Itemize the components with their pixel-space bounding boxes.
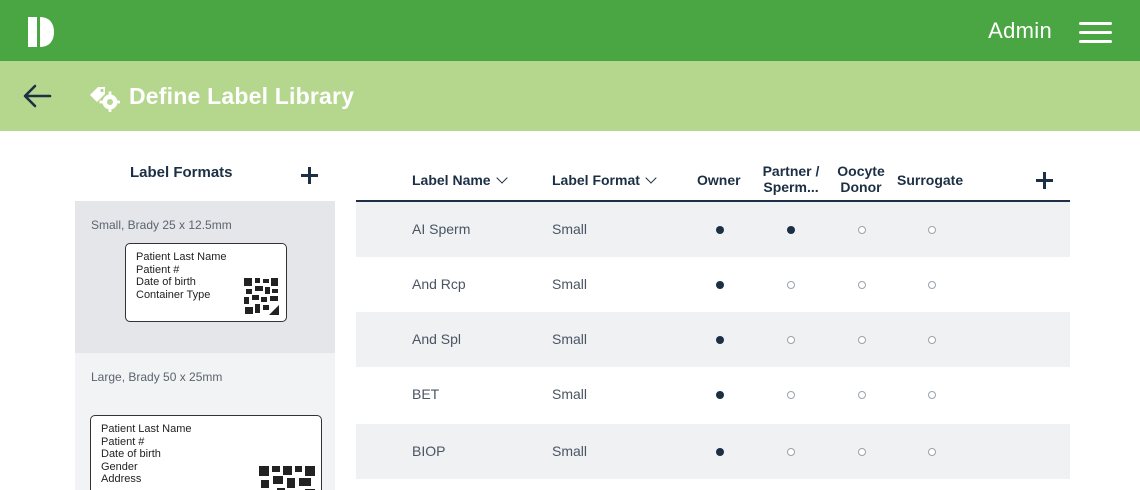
top-app-bar: Admin <box>0 0 1140 61</box>
surrogate-indicator <box>928 448 936 456</box>
user-name[interactable]: Admin <box>988 18 1052 44</box>
label-name-cell: And Spl <box>412 331 462 347</box>
owner-indicator <box>716 226 724 234</box>
owner-indicator <box>716 336 724 344</box>
label-formats-header: Label Formats <box>75 160 335 200</box>
chevron-down-icon <box>495 172 508 184</box>
label-name-cell: BET <box>412 386 440 402</box>
table-row[interactable]: And Spl Small <box>356 312 1070 367</box>
label-format-item-large[interactable]: Large, Brady 50 x 25mm Patient Last Name… <box>75 353 335 490</box>
column-header-label-name[interactable]: Label Name <box>412 172 508 188</box>
label-format-name: Small, Brady 25 x 12.5mm <box>91 218 232 232</box>
label-line: Container Type <box>136 288 211 301</box>
partner-indicator <box>787 336 795 344</box>
label-format-item-small[interactable]: Small, Brady 25 x 12.5mm Patient Last Na… <box>75 201 335 353</box>
add-label-button[interactable] <box>1034 170 1054 190</box>
surrogate-indicator <box>928 281 936 289</box>
surrogate-indicator <box>928 336 936 344</box>
label-line: Date of birth <box>101 448 161 460</box>
column-header-owner: Owner <box>697 172 741 188</box>
qr-code-icon <box>243 277 279 315</box>
table-row[interactable]: And Rcp Small <box>356 257 1070 312</box>
label-line: Patient Last Name <box>101 423 192 435</box>
donor-indicator <box>858 281 866 289</box>
label-preview: Patient Last Name Patient # Date of birt… <box>125 243 287 322</box>
app-logo-icon[interactable] <box>28 17 54 47</box>
column-header-line: Partner / <box>762 163 820 179</box>
label-formats-title: Label Formats <box>130 164 233 181</box>
page-header: Define Label Library <box>0 61 1140 131</box>
column-header-oocyte-donor: Oocyte Donor <box>834 163 888 195</box>
label-format-cell: Small <box>552 443 588 459</box>
label-name-cell: AI Sperm <box>412 221 471 237</box>
partner-indicator <box>787 226 795 234</box>
label-line: Patient # <box>136 263 180 276</box>
label-preview: Patient Last Name Patient # Date of birt… <box>90 415 322 490</box>
owner-indicator <box>716 391 724 399</box>
label-format-cell: Small <box>552 386 588 402</box>
owner-indicator <box>716 448 724 456</box>
column-header-surrogate: Surrogate <box>897 172 964 188</box>
donor-indicator <box>858 226 866 234</box>
partner-indicator <box>787 281 795 289</box>
page-title: Define Label Library <box>129 83 355 109</box>
label-format-cell: Small <box>552 221 588 237</box>
label-line: Address <box>101 473 142 485</box>
surrogate-indicator <box>928 226 936 234</box>
label-line: Date of birth <box>136 276 196 288</box>
label-name-cell: And Rcp <box>412 276 466 292</box>
label-line: Patient # <box>101 435 145 448</box>
table-row[interactable]: BET Small <box>356 367 1070 422</box>
label-line: Patient Last Name <box>136 251 227 263</box>
column-header-line: Oocyte <box>837 163 885 179</box>
label-format-cell: Small <box>552 331 588 347</box>
donor-indicator <box>858 336 866 344</box>
partner-indicator <box>787 391 795 399</box>
column-header-line: Sperm... <box>763 179 819 195</box>
label-settings-icon <box>90 87 120 112</box>
column-header-label: Label Format <box>552 172 640 188</box>
owner-indicator <box>716 281 724 289</box>
donor-indicator <box>858 448 866 456</box>
column-header-label: Label Name <box>412 172 491 188</box>
column-header-label-format[interactable]: Label Format <box>552 172 657 188</box>
add-label-format-button[interactable] <box>299 165 319 185</box>
donor-indicator <box>858 391 866 399</box>
back-arrow-icon[interactable] <box>22 83 52 109</box>
hamburger-menu-icon[interactable] <box>1079 22 1112 44</box>
label-format-cell: Small <box>552 276 588 292</box>
column-header-partner: Partner / Sperm... <box>754 163 828 195</box>
column-header-line: Donor <box>840 179 882 195</box>
qr-code-icon <box>259 466 315 490</box>
table-row[interactable]: BIOP Small <box>356 424 1070 479</box>
partner-indicator <box>787 448 795 456</box>
label-format-name: Large, Brady 50 x 25mm <box>91 370 223 384</box>
label-name-cell: BIOP <box>412 443 446 459</box>
surrogate-indicator <box>928 391 936 399</box>
table-row[interactable]: AI Sperm Small <box>356 202 1070 257</box>
label-line: Gender <box>101 460 138 473</box>
chevron-down-icon <box>645 172 657 184</box>
